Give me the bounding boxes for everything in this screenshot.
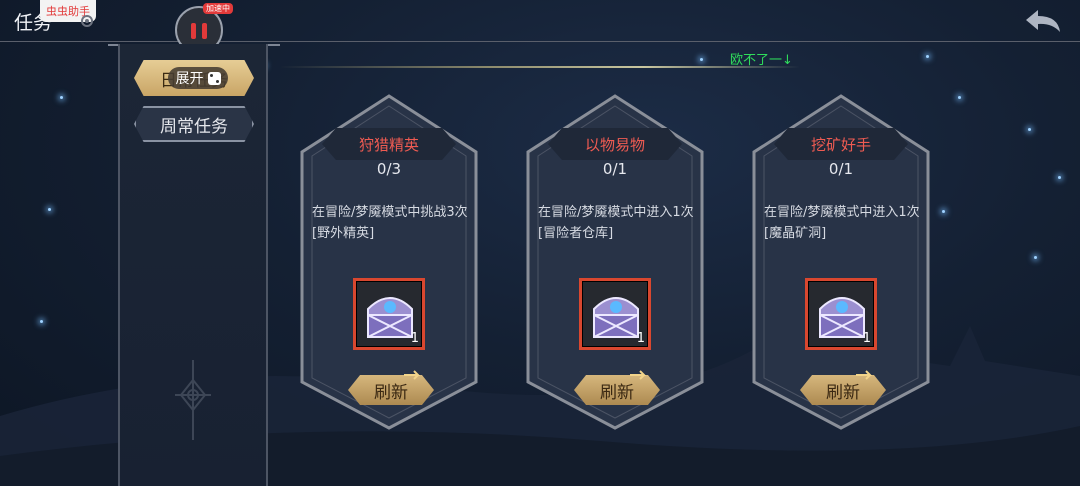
reward-slot[interactable]: 1	[805, 278, 877, 350]
refresh-arrows-icon	[856, 370, 873, 380]
refresh-arrows-icon	[630, 370, 647, 380]
quest-description: 在冒险/梦魇模式中挑战3次[野外精英]	[312, 205, 468, 241]
top-bar: 任务 虫虫助手	[0, 0, 1080, 42]
tab-weekly[interactable]: 周常任务	[134, 106, 254, 142]
panel-ornament	[175, 360, 211, 440]
toast-message: 欧不了一↓	[730, 53, 793, 68]
quest-description: 在冒险/梦魇模式中进入1次[冒险者仓库]	[538, 205, 694, 241]
expand-button[interactable]: 展开	[168, 67, 228, 89]
quest-progress: 0/1	[828, 160, 854, 178]
reward-quantity: 1	[636, 331, 645, 346]
quest-title: 挖矿好手	[810, 136, 871, 154]
quest-title: 狩猎精英	[358, 136, 419, 154]
reward-quantity: 1	[410, 331, 419, 346]
toast-divider	[280, 66, 800, 68]
pause-icon	[191, 23, 196, 39]
quest-card: 狩猎精英 0/3 在冒险/梦魇模式中挑战3次[野外精英] 1 刷新	[296, 92, 482, 432]
quest-title: 以物易物	[584, 136, 645, 154]
back-button[interactable]	[1024, 8, 1062, 34]
refresh-label: 刷新	[374, 382, 408, 403]
reward-quantity: 1	[862, 331, 871, 346]
speedup-tag: 加速中	[203, 3, 233, 14]
expand-label: 展开	[175, 71, 204, 87]
gear-icon[interactable]	[78, 12, 96, 30]
dice-icon	[207, 71, 221, 85]
refresh-label: 刷新	[826, 382, 860, 403]
refresh-label: 刷新	[600, 382, 634, 403]
quest-progress: 0/1	[602, 160, 628, 178]
quest-progress: 0/3	[376, 160, 402, 178]
back-arrow-icon	[1026, 10, 1060, 32]
quest-description: 在冒险/梦魇模式中进入1次[魔晶矿洞]	[764, 205, 920, 241]
quest-card: 以物易物 0/1 在冒险/梦魇模式中进入1次[冒险者仓库] 1 刷新	[522, 92, 708, 432]
refresh-arrows-icon	[404, 370, 421, 380]
quest-card: 挖矿好手 0/1 在冒险/梦魇模式中进入1次[魔晶矿洞] 1 刷新	[748, 92, 934, 432]
reward-slot[interactable]: 1	[579, 278, 651, 350]
reward-slot[interactable]: 1	[353, 278, 425, 350]
